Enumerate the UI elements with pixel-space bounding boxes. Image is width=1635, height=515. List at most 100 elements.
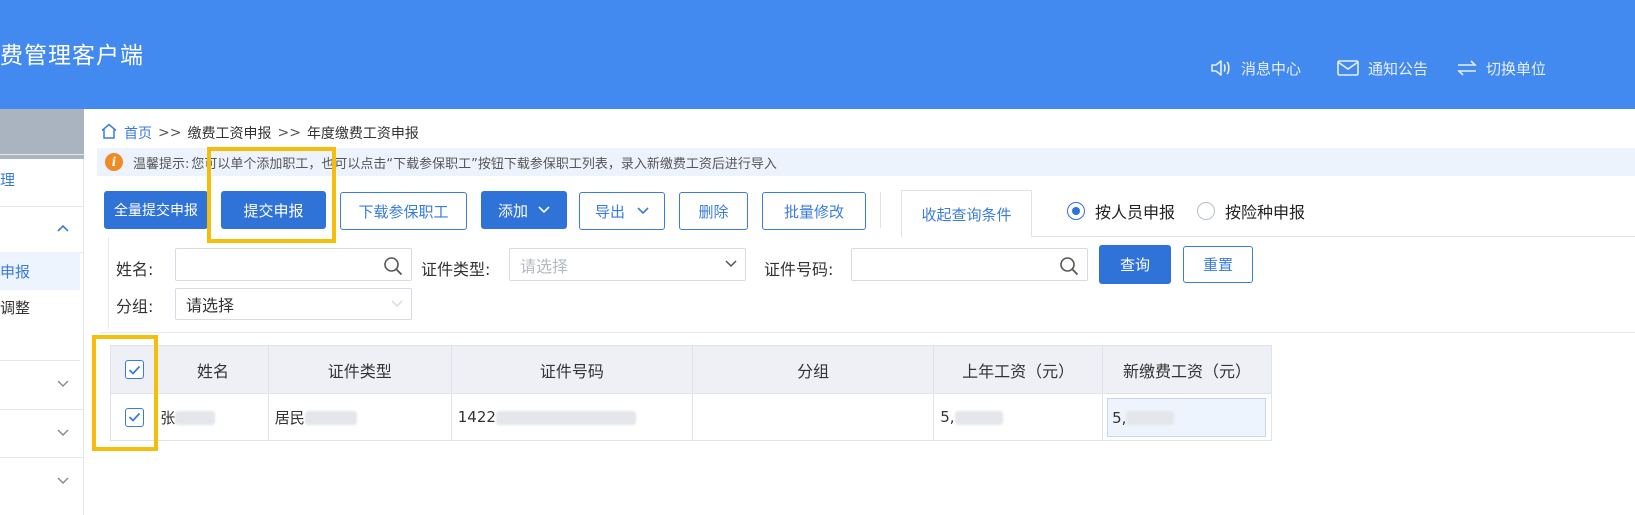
cell-name: 张 bbox=[160, 408, 176, 427]
chevron-down-icon bbox=[637, 207, 649, 215]
swap-icon bbox=[1456, 58, 1478, 78]
chevron-up-icon bbox=[57, 224, 69, 232]
notice-link[interactable]: 通知公告 bbox=[1336, 57, 1428, 79]
sidebar-item-label: 申报 bbox=[0, 263, 31, 281]
switch-unit-link[interactable]: 切换单位 bbox=[1456, 57, 1546, 79]
table-header-row: 姓名 证件类型 证件号码 分组 上年工资（元） 新缴费工资（元） bbox=[109, 345, 1272, 394]
group-label: 分组: bbox=[116, 297, 154, 316]
name-label: 姓名: bbox=[116, 260, 154, 279]
row-checkbox-cell[interactable] bbox=[109, 393, 159, 441]
radio-by-person-label: 按人员申报 bbox=[1095, 203, 1176, 222]
checkmark-icon bbox=[128, 412, 140, 422]
redacted-mask bbox=[304, 411, 357, 425]
breadcrumb-home[interactable]: 首页 bbox=[124, 123, 152, 143]
toolbar-divider bbox=[880, 192, 881, 228]
sidebar-divider bbox=[0, 457, 84, 458]
breadcrumb-level2: 年度缴费工资申报 bbox=[306, 126, 419, 142]
message-center-label: 消息中心 bbox=[1241, 59, 1302, 78]
radio-dot bbox=[1197, 202, 1215, 220]
name-cell: 张 bbox=[157, 393, 269, 441]
id-type-select[interactable]: 请选择 bbox=[509, 248, 746, 281]
select-all-checkbox[interactable] bbox=[124, 360, 144, 379]
table-row[interactable]: 张 居民 1422 5, 5, bbox=[109, 393, 1272, 441]
search-icon[interactable] bbox=[1059, 256, 1079, 276]
export-dropdown-button[interactable]: 导出 bbox=[579, 192, 665, 230]
cell-id-type: 居民 bbox=[274, 408, 305, 427]
redacted-mask bbox=[954, 410, 1003, 425]
column-header: 新缴费工资（元） bbox=[1102, 345, 1272, 394]
query-button[interactable]: 查询 bbox=[1099, 245, 1171, 284]
batch-edit-button[interactable]: 批量修改 bbox=[762, 192, 866, 230]
radio-by-person[interactable]: 按人员申报 bbox=[1067, 200, 1175, 222]
column-header: 证件号码 bbox=[450, 345, 693, 394]
chevron-down-icon bbox=[57, 380, 69, 387]
sidebar-item-label: 理 bbox=[0, 171, 16, 189]
sidebar-group-1[interactable] bbox=[0, 375, 84, 395]
column-header: 姓名 bbox=[157, 345, 269, 394]
id-number-cell: 1422 bbox=[450, 393, 693, 441]
cell-last-salary: 5, bbox=[940, 408, 955, 426]
sidebar-group-toggle[interactable] bbox=[0, 217, 84, 247]
group-select[interactable]: 请选择 bbox=[175, 288, 412, 320]
checkmark-icon bbox=[128, 365, 140, 375]
radio-by-insurance-label: 按险种申报 bbox=[1225, 203, 1306, 222]
id-type-placeholder: 请选择 bbox=[520, 256, 569, 276]
redacted-mask bbox=[175, 411, 216, 425]
group-cell bbox=[691, 393, 935, 441]
speaker-icon bbox=[1209, 57, 1233, 79]
id-type-cell: 居民 bbox=[267, 393, 452, 441]
add-label: 添加 bbox=[497, 201, 528, 220]
column-header: 上年工资（元） bbox=[933, 345, 1104, 394]
header-checkbox-cell[interactable] bbox=[109, 345, 159, 394]
cell-new-salary: 5, bbox=[1112, 408, 1127, 427]
chevron-down-icon bbox=[391, 300, 403, 308]
id-number-label: 证件号码: bbox=[764, 260, 834, 279]
sidebar-group-3[interactable] bbox=[0, 472, 84, 492]
breadcrumb-separator: >> bbox=[158, 125, 182, 141]
name-input[interactable] bbox=[175, 248, 412, 281]
add-dropdown-button[interactable]: 添加 bbox=[481, 191, 567, 229]
tip-label: 温馨提示: bbox=[133, 156, 190, 172]
search-icon[interactable] bbox=[383, 256, 403, 276]
chevron-down-icon bbox=[57, 429, 69, 436]
sidebar: 理 申报 调整 bbox=[0, 109, 84, 515]
download-employees-button[interactable]: 下载参保职工 bbox=[340, 192, 467, 230]
sidebar-item-declare[interactable]: 申报 bbox=[0, 261, 84, 282]
delete-button[interactable]: 删除 bbox=[679, 192, 748, 230]
home-icon[interactable] bbox=[100, 122, 118, 144]
mail-icon bbox=[1336, 58, 1360, 78]
group-select-value: 请选择 bbox=[186, 296, 235, 315]
sidebar-divider bbox=[0, 360, 80, 361]
tip-bar: i 温馨提示: 您可以单个添加职工，也可以点击“下载参保职工”按钮下载参保职工列… bbox=[97, 148, 1635, 176]
new-salary-input[interactable]: 5, bbox=[1107, 397, 1267, 437]
notice-label: 通知公告 bbox=[1368, 59, 1429, 78]
submit-all-button[interactable]: 全量提交申报 bbox=[104, 191, 208, 229]
export-label: 导出 bbox=[594, 202, 625, 221]
cell-id-number: 1422 bbox=[457, 408, 496, 426]
info-icon: i bbox=[105, 153, 123, 171]
row-checkbox[interactable] bbox=[124, 407, 144, 427]
new-salary-cell[interactable]: 5, bbox=[1102, 393, 1272, 441]
radio-by-insurance[interactable]: 按险种申报 bbox=[1197, 200, 1305, 222]
message-center-link[interactable]: 消息中心 bbox=[1209, 57, 1301, 79]
chevron-down-icon bbox=[538, 206, 550, 214]
top-header: 费管理客户端 消息中心 通知公告 切换单位 bbox=[0, 0, 1635, 109]
sidebar-group-2[interactable] bbox=[0, 424, 84, 444]
breadcrumb-level1[interactable]: 缴费工资申报 bbox=[187, 123, 271, 143]
sidebar-divider bbox=[0, 154, 84, 155]
column-header: 证件类型 bbox=[267, 345, 452, 394]
app-title: 费管理客户端 bbox=[0, 43, 144, 69]
chevron-down-icon bbox=[725, 260, 737, 268]
redacted-mask bbox=[495, 410, 636, 425]
collapse-query-tab[interactable]: 收起查询条件 bbox=[901, 190, 1032, 237]
sidebar-item-adjust[interactable]: 调整 bbox=[0, 297, 84, 318]
breadcrumb-separator: >> bbox=[277, 125, 301, 141]
id-type-label: 证件类型: bbox=[421, 260, 491, 279]
id-number-input[interactable] bbox=[851, 248, 1088, 281]
reset-button[interactable]: 重置 bbox=[1183, 246, 1253, 283]
sidebar-divider bbox=[0, 206, 84, 207]
last-salary-cell: 5, bbox=[933, 393, 1104, 441]
sidebar-item-manage[interactable]: 理 bbox=[0, 169, 84, 190]
submit-button[interactable]: 提交申报 bbox=[221, 191, 326, 229]
column-header: 分组 bbox=[691, 345, 935, 394]
